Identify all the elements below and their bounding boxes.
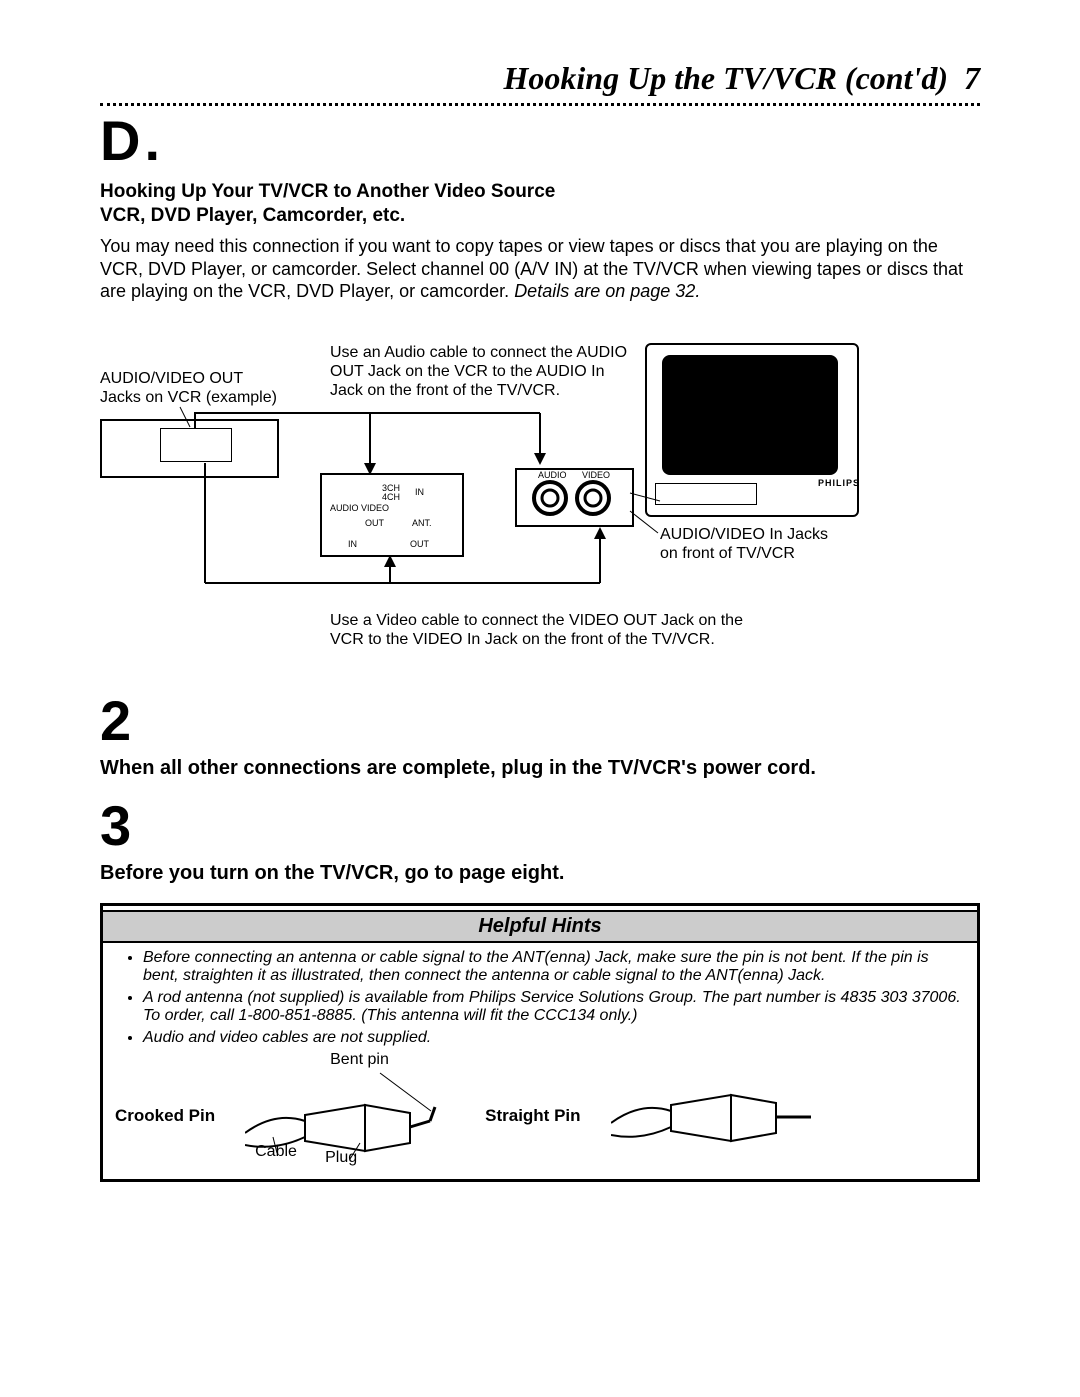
section-letter: D. (100, 108, 980, 173)
step-2-text: When all other connections are complete,… (100, 757, 980, 780)
plug-annot: Plug (325, 1149, 357, 1167)
pin-illustration-row: Crooked Pin Bent pin (103, 1063, 977, 1179)
crooked-pin-label: Crooked Pin (115, 1106, 215, 1126)
page-number: 7 (964, 60, 980, 96)
straight-pin-icon (611, 1071, 821, 1161)
intro-paragraph: You may need this connection if you want… (100, 235, 980, 303)
video-cable-instruction: Use a Video cable to connect the VIDEO O… (330, 612, 743, 648)
connection-diagram: AUDIO/VIDEO OUT Jacks on VCR (example) U… (100, 343, 980, 663)
subheading-line-2: VCR, DVD Player, Camcorder, etc. (100, 205, 980, 227)
step-2-number: 2 (100, 693, 980, 749)
helpful-hints-list: Before connecting an antenna or cable si… (115, 949, 965, 1047)
hint-item-3: Audio and video cables are not supplied. (143, 1029, 965, 1047)
helpful-hints-title: Helpful Hints (103, 910, 977, 943)
bent-pin-annot: Bent pin (330, 1051, 389, 1069)
straight-pin-label: Straight Pin (485, 1106, 580, 1126)
cable-annot: Cable (255, 1143, 297, 1161)
helpful-hints-box: Helpful Hints Before connecting an anten… (100, 903, 980, 1182)
step-3-number: 3 (100, 798, 980, 854)
hint-item-1: Before connecting an antenna or cable si… (143, 949, 965, 985)
hint-item-2: A rod antenna (not supplied) is availabl… (143, 989, 965, 1025)
step-3-text: Before you turn on the TV/VCR, go to pag… (100, 862, 980, 885)
subheading-line-1: Hooking Up Your TV/VCR to Another Video … (100, 181, 980, 203)
intro-details-ref: Details are on page 32. (514, 281, 700, 301)
header-divider (100, 103, 980, 106)
page-header-title: Hooking Up the TV/VCR (cont'd) (504, 60, 948, 96)
